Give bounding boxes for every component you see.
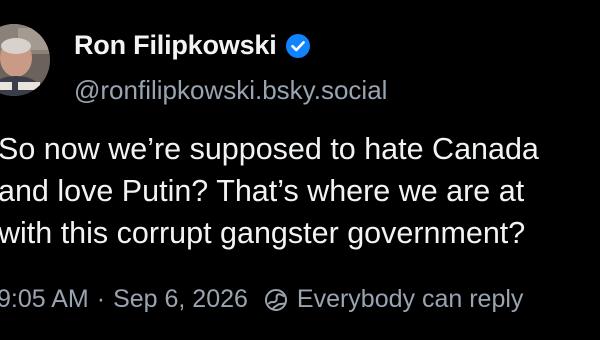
avatar[interactable]	[0, 24, 50, 96]
meta-separator: ·	[96, 285, 106, 313]
globe-icon	[264, 288, 288, 312]
avatar-photo	[0, 24, 50, 96]
reply-setting-label[interactable]: Everybody can reply	[297, 285, 524, 314]
post-text-line: and love Putin? That’s where we are at	[0, 174, 525, 208]
post-card: Ron Filipkowski @ronfilipkowski.bsky.soc…	[0, 0, 600, 340]
post-date[interactable]: Sep 6, 2026	[113, 285, 248, 314]
post-text: So now we’re supposed to hate Canada and…	[0, 128, 600, 254]
post-text-line: So now we’re supposed to hate Canada	[0, 132, 539, 166]
post-time[interactable]: 9:05 AM	[0, 285, 89, 314]
post-meta: 9:05 AM · Sep 6, 2026 Everybody can repl…	[0, 285, 523, 314]
post-text-line: with this corrupt gangster government?	[0, 216, 526, 250]
verified-badge-icon[interactable]	[285, 33, 311, 59]
author-display-name[interactable]: Ron Filipkowski	[74, 30, 277, 61]
author-handle[interactable]: @ronfilipkowski.bsky.social	[74, 75, 387, 106]
author-name-row: Ron Filipkowski	[74, 30, 311, 61]
